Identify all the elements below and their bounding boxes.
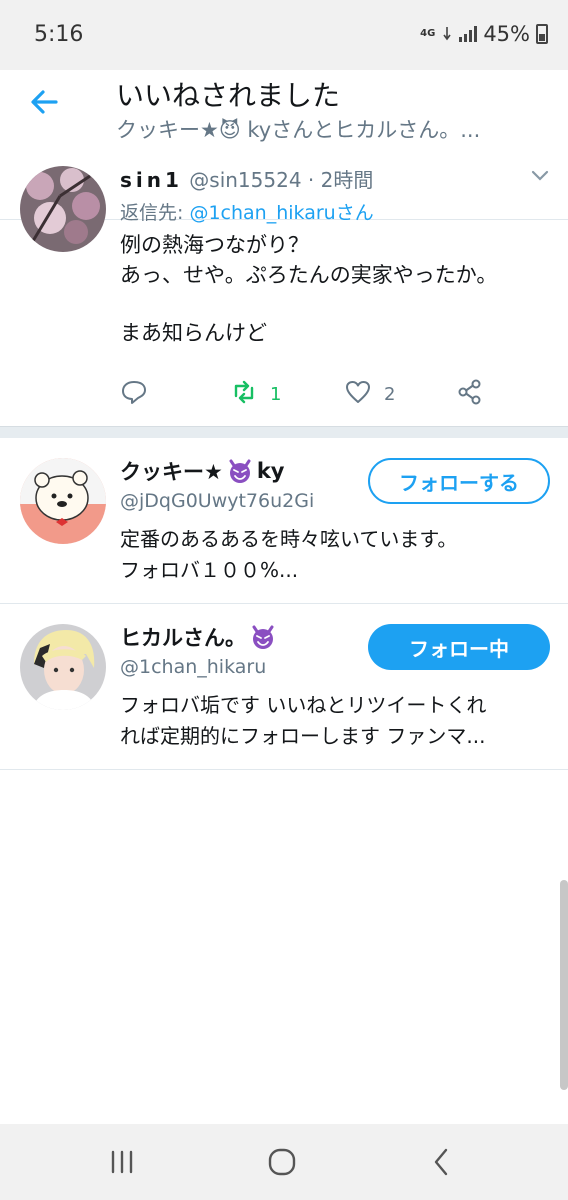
back-arrow-icon[interactable] [26,84,62,120]
tweet-time: 2時間 [320,168,374,192]
user-bio: 定番のあるあるを時々呟いています。 フォロバ１００%... [120,524,540,586]
battery-percent: 45% [483,22,530,46]
tweet[interactable]: sin1 @sin15524 · 2時間 返信先: @1chan_hikaruさ… [0,150,568,426]
tweet-text-line: 例の熱海つながり？ [120,233,309,257]
like-count: 2 [384,384,396,405]
reply-icon [120,378,148,411]
meta-separator: · [307,168,315,192]
scrollbar[interactable] [560,880,568,1090]
share-icon [456,378,484,411]
status-time: 5:16 [34,22,84,47]
tweet-text-line: まあ知らんけど [120,321,267,345]
user-row[interactable]: クッキー★ ky @jDqG0Uwyt76u2Gi 定番のあるあるを時々呟いてい… [0,438,568,604]
user-name-text: クッキー★ [120,460,223,484]
share-button[interactable] [456,378,484,411]
system-nav-bar [0,1124,568,1200]
user-row[interactable]: ヒカルさん。 @1chan_hikaru フォロバ垢です いいねとリツイートくれ… [0,604,568,770]
chevron-down-icon[interactable] [530,168,550,182]
signal-icon [459,26,478,42]
reply-to: 返信先: @1chan_hikaruさん [120,198,374,225]
like-button[interactable]: 2 [344,378,395,411]
header: いいねされました クッキー★😈 kyさんとヒカルさん。... [0,70,568,220]
devil-emoji-icon [227,458,253,484]
section-divider [0,426,568,438]
retweet-icon [230,378,258,411]
tweet-text: 例の熱海つながり？ あっ、せや。ぷろたんの実家やったか。 まあ知らんけど [120,230,497,348]
user-name-text: ヒカルさん。 [120,626,246,650]
retweet-count: 1 [270,384,282,405]
user-bio-line: れば定期的にフォローします ファンマ... [120,724,486,748]
recent-apps-icon[interactable] [104,1144,140,1180]
user-bio: フォロバ垢です いいねとリツイートくれ れば定期的にフォローします ファンマ..… [120,690,540,752]
user-handle: @jDqG0Uwyt76u2Gi [120,490,315,512]
status-bar: 5:16 4G 45% [0,0,568,70]
user-name-suffix: ky [256,459,285,483]
tweet-actions: 1 2 [120,378,500,414]
follow-button[interactable]: フォローする [368,458,550,504]
tweet-meta: sin1 @sin15524 · 2時間 [120,164,373,193]
devil-emoji-icon [250,624,276,650]
status-icons: 4G 45% [420,22,548,46]
reply-prefix: 返信先: [120,202,184,224]
avatar[interactable] [20,458,106,544]
following-button[interactable]: フォロー中 [368,624,550,670]
avatar[interactable] [20,624,106,710]
user-name[interactable]: クッキー★ ky [120,456,284,486]
retweet-button[interactable]: 1 [230,378,281,411]
user-bio-line: フォロバ垢です いいねとリツイートくれ [120,693,487,717]
avatar[interactable] [20,166,106,252]
page-title: いいねされました [116,79,341,112]
heart-icon [344,378,372,411]
back-icon[interactable] [424,1144,460,1180]
home-icon[interactable] [264,1144,300,1180]
user-bio-line: 定番のあるあるを時々呟いています。 [120,527,458,551]
battery-icon [536,24,548,44]
user-bio-line: フォロバ１００%... [120,558,299,582]
reply-button[interactable] [120,378,148,411]
wifi-icon [441,22,453,46]
user-handle: @1chan_hikaru [120,656,267,678]
user-name[interactable]: ヒカルさん。 [120,622,276,652]
author-name[interactable]: sin1 [120,168,183,192]
page-subtitle: クッキー★😈 kyさんとヒカルさん。... [116,118,481,142]
author-handle: @sin15524 [189,168,302,192]
tweet-text-line: あっ、せや。ぷろたんの実家やったか。 [120,263,498,287]
reply-to-link[interactable]: @1chan_hikaruさん [189,202,373,224]
network-label: 4G [420,28,436,39]
